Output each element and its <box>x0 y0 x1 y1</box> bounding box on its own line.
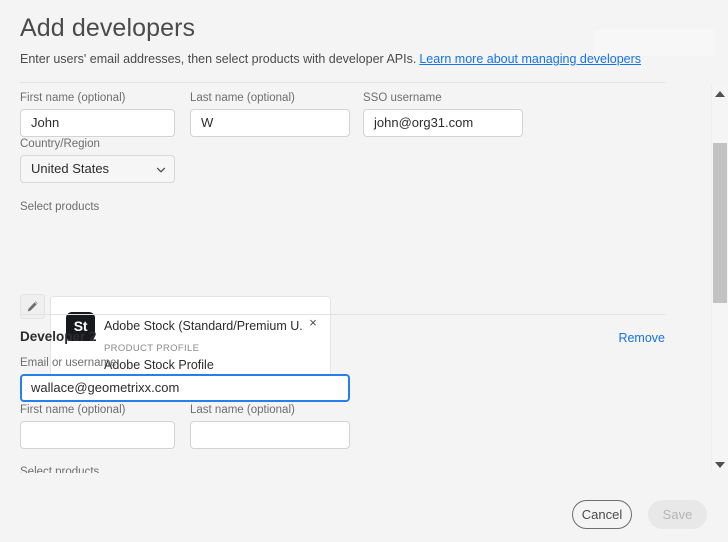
header-divider <box>20 82 665 83</box>
save-button: Save <box>648 500 707 529</box>
sso-username-field-group: SSO username john@org31.com <box>363 91 523 137</box>
first-name-field-group-2: First name (optional) <box>20 403 175 449</box>
select-products-label-2: Select products <box>20 466 100 473</box>
cancel-button[interactable]: Cancel <box>572 500 632 529</box>
scroll-up-button[interactable] <box>712 85 728 102</box>
scrollbar-thumb[interactable] <box>713 143 727 303</box>
vertical-scrollbar[interactable] <box>711 85 728 473</box>
page-subtitle: Enter users' email addresses, then selec… <box>20 51 641 67</box>
first-name-label-2: First name (optional) <box>20 404 126 416</box>
sso-username-input[interactable]: john@org31.com <box>363 109 523 137</box>
email-input-2[interactable]: wallace@geometrixx.com <box>20 374 350 402</box>
first-name-input-1[interactable]: John <box>20 109 175 137</box>
learn-more-link[interactable]: Learn more about managing developers <box>419 52 641 66</box>
last-name-input-1[interactable]: W <box>190 109 350 137</box>
first-name-input-2[interactable] <box>20 421 175 449</box>
chevron-down-icon <box>715 461 725 468</box>
close-icon[interactable]: × <box>305 315 321 331</box>
sso-username-label: SSO username <box>363 92 442 104</box>
email-field-group-2: Email or username wallace@geometrixx.com <box>20 356 350 402</box>
scroll-down-button[interactable] <box>712 456 728 473</box>
chevron-up-icon <box>715 90 725 97</box>
subtitle-text: Enter users' email addresses, then selec… <box>20 52 417 66</box>
form-scroll-region: First name (optional) John Last name (op… <box>0 82 690 473</box>
country-field-group: Country/Region United States <box>20 137 175 183</box>
remove-developer2-link[interactable]: Remove <box>618 329 665 347</box>
last-name-field-group-2: Last name (optional) <box>190 403 350 449</box>
country-label: Country/Region <box>20 138 100 150</box>
select-products-label-1: Select products <box>20 201 100 213</box>
developer2-title: Developer 2 <box>20 329 97 344</box>
product-profile-label: PRODUCT PROFILE <box>104 343 200 354</box>
country-value: United States <box>31 161 110 176</box>
email-label-2: Email or username <box>20 357 117 369</box>
pencil-icon[interactable] <box>20 294 45 319</box>
last-name-input-2[interactable] <box>190 421 350 449</box>
first-name-label-1: First name (optional) <box>20 92 126 104</box>
page-title: Add developers <box>20 14 196 42</box>
last-name-label-1: Last name (optional) <box>190 92 295 104</box>
last-name-label-2: Last name (optional) <box>190 404 295 416</box>
country-dropdown[interactable]: United States <box>20 155 175 183</box>
add-developers-dialog: Add developers Enter users' email addres… <box>0 0 728 542</box>
product-name: Adobe Stock (Standard/Premium U... <box>104 319 304 333</box>
last-name-field-group-1: Last name (optional) W <box>190 91 350 137</box>
developer2-divider <box>20 314 665 315</box>
chevron-down-icon <box>156 165 166 175</box>
first-name-field-group-1: First name (optional) John <box>20 91 175 137</box>
